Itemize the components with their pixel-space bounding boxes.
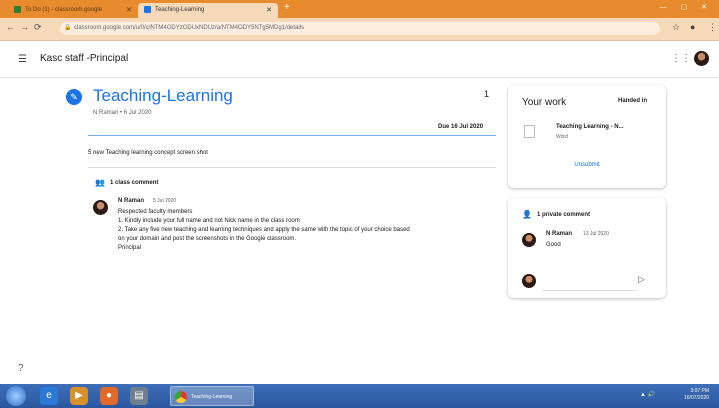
attachment-name[interactable]: Teaching Learning - N... <box>556 124 624 130</box>
chrome-icon <box>175 391 187 403</box>
send-icon[interactable]: ▷ <box>638 274 645 285</box>
your-work-card: Your work Handed in Teaching Learning - … <box>508 85 666 188</box>
clock-time: 3:07 PM <box>690 388 710 394</box>
more-menu-icon[interactable]: ⋮ <box>708 22 717 33</box>
your-work-title: Your work <box>522 97 567 108</box>
tab-label: Teaching-Learning <box>155 7 205 13</box>
hamburger-menu-icon[interactable]: ☰ <box>18 54 27 65</box>
comment-author: N Raman <box>546 231 573 237</box>
media-player-icon[interactable]: ▶ <box>70 387 88 405</box>
classroom-tab-icon <box>144 5 151 13</box>
tray-icons[interactable]: ▲ 🔊 <box>640 391 655 398</box>
person-icon: 👤 <box>522 210 532 219</box>
help-icon[interactable]: ? <box>18 363 24 374</box>
close-tab-icon[interactable]: ✕ <box>266 3 272 18</box>
browser-tab-bar: To Do (1) - classroom.google ✕ Teaching-… <box>0 0 719 18</box>
lock-icon: 🔒 <box>64 25 72 31</box>
divider <box>88 167 496 168</box>
url-field[interactable]: 🔒 classroom.google.com/u/0/c/NTM4ODYzODU… <box>60 22 660 35</box>
comment-text: Good <box>546 242 561 248</box>
classroom-tab-icon <box>14 5 21 13</box>
forward-icon[interactable]: → <box>20 22 29 32</box>
taskbar-chrome-window[interactable]: Teaching-Learning <box>170 386 254 406</box>
avatar <box>93 200 108 215</box>
private-comment-input[interactable] <box>542 274 636 291</box>
comment-line: Principal <box>118 245 142 251</box>
explorer-icon[interactable]: ▤ <box>130 387 148 405</box>
unsubmit-button[interactable]: Unsubmit <box>522 157 652 172</box>
new-tab-button[interactable]: + <box>284 2 290 13</box>
attachment-type: Word <box>556 134 568 140</box>
comment-line: 1. Kindly include your full name and not… <box>118 218 300 224</box>
star-icon[interactable]: ☆ <box>672 22 680 33</box>
private-comments-card: 👤 1 private comment N Raman 13 Jul 2020 … <box>508 198 666 298</box>
document-icon <box>524 125 535 138</box>
close-tab-icon[interactable]: ✕ <box>126 3 132 18</box>
comment-author: N Raman <box>118 198 145 204</box>
divider <box>88 135 496 136</box>
firefox-icon[interactable]: ● <box>100 387 118 405</box>
tab-label: To Do (1) - classroom.google <box>25 7 103 13</box>
comment-line: Respected faculty members <box>118 209 193 215</box>
address-bar-row: ← → ⟳ 🔒 classroom.google.com/u/0/c/NTM4O… <box>0 18 719 41</box>
browser-tab-todo[interactable]: To Do (1) - classroom.google ✕ <box>8 3 138 18</box>
back-icon[interactable]: ← <box>6 22 15 32</box>
comment-date: 13 Jul 2020 <box>583 231 609 237</box>
clock-date: 16/07/2020 <box>684 395 710 401</box>
class-name[interactable]: Kasc staff -Principal <box>40 53 128 64</box>
url-text: classroom.google.com/u/0/c/NTM4ODYzODUxN… <box>74 25 305 31</box>
reload-icon[interactable]: ⟳ <box>34 22 42 33</box>
comment-line: 2. Take any five new teaching and learni… <box>118 227 410 233</box>
system-clock[interactable]: 3:07 PM 16/07/2020 <box>684 388 709 402</box>
taskbar: e ▶ ● ▤ Teaching-Learning ▲ 🔊 3:07 PM 16… <box>0 384 719 408</box>
assignment-instructions: 5 new Teaching learning concept screen s… <box>88 150 208 156</box>
ie-icon[interactable]: e <box>40 387 58 405</box>
browser-tab-teaching-learning[interactable]: Teaching-Learning ✕ <box>138 3 278 18</box>
private-comments-label: 1 private comment <box>537 212 591 218</box>
assignment-meta: N Raman • 6 Jul 2020 <box>93 110 152 116</box>
people-icon: 👥 <box>95 178 105 187</box>
assignment-icon: ✎ <box>66 89 82 105</box>
assignment-points: 1 <box>484 89 490 99</box>
avatar <box>522 233 536 247</box>
account-avatar[interactable] <box>694 51 709 66</box>
due-date: Due 16 Jul 2020 <box>438 124 484 130</box>
comment-date: 5 Jul 2020 <box>153 198 177 204</box>
start-button[interactable] <box>6 386 26 406</box>
classroom-header: ☰ Kasc staff -Principal ⋮⋮ <box>0 41 719 78</box>
class-comments-toggle[interactable]: 1 class comment <box>110 180 158 186</box>
assignment-title: Teaching-Learning <box>93 86 233 105</box>
status-badge: Handed in <box>618 98 648 104</box>
apps-grid-icon[interactable]: ⋮⋮ <box>671 53 691 64</box>
profile-icon[interactable]: ● <box>690 22 695 32</box>
taskbar-window-label: Teaching-Learning <box>191 394 233 400</box>
comment-line: on your domain and post the screenshots … <box>118 236 297 242</box>
window-controls[interactable]: — ▢ ✕ <box>660 3 713 11</box>
avatar <box>522 274 536 288</box>
